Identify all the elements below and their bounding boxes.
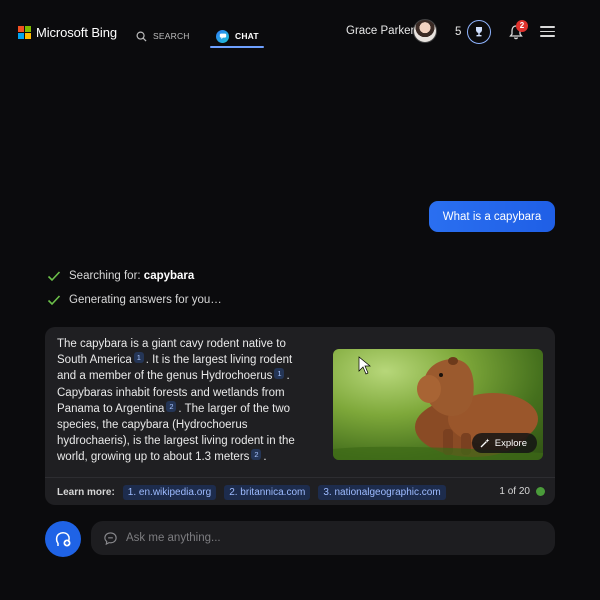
user-name[interactable]: Grace Parker <box>346 25 414 37</box>
answer-card: The capybara is a giant cavy rodent nati… <box>45 327 555 505</box>
reward-points[interactable]: 5 <box>455 26 461 38</box>
tab-chat-label: CHAT <box>235 31 259 41</box>
chat-composer[interactable] <box>91 521 555 555</box>
capybara-image[interactable]: Explore <box>333 349 543 460</box>
microsoft-logo-icon <box>18 26 31 39</box>
chat-bubble-icon <box>104 531 117 545</box>
status-generating: Generating answers for you… <box>47 293 222 307</box>
status-text: Generating answers for you… <box>69 294 222 306</box>
avatar[interactable] <box>413 19 437 43</box>
checkmark-icon <box>47 295 61 306</box>
explore-button[interactable]: Explore <box>471 433 537 453</box>
citation-badge[interactable]: 1 <box>274 368 285 380</box>
rewards-trophy-icon[interactable] <box>467 20 491 44</box>
new-topic-button[interactable] <box>45 521 81 557</box>
new-topic-icon <box>55 532 71 547</box>
notification-badge: 2 <box>516 20 528 32</box>
status-searching: Searching for: capybara <box>47 269 194 283</box>
top-header: Microsoft Bing SEARCH CHAT Grace Parker … <box>0 0 600 60</box>
source-link[interactable]: 2. britannica.com <box>224 484 311 500</box>
bing-logo[interactable]: Microsoft Bing <box>18 25 117 40</box>
citation-badge[interactable]: 2 <box>166 400 177 412</box>
explore-label: Explore <box>494 437 527 449</box>
magic-wand-icon <box>480 438 490 448</box>
learn-more-bar: Learn more: 1. en.wikipedia.org 2. brita… <box>57 484 446 500</box>
citation-badge[interactable]: 1 <box>133 352 144 364</box>
menu-icon[interactable] <box>540 26 555 37</box>
answer-segment: . <box>263 451 267 464</box>
pager-count: 1 of 20 <box>499 486 530 497</box>
user-message-bubble: What is a capybara <box>429 201 555 232</box>
status-text: Searching for: <box>69 270 144 282</box>
status-query: capybara <box>143 270 195 282</box>
citation-badge[interactable]: 2 <box>251 449 262 461</box>
search-icon <box>136 31 147 42</box>
active-tab-indicator <box>210 46 264 48</box>
tab-search[interactable]: SEARCH <box>136 24 190 48</box>
status-dot-icon <box>536 487 545 496</box>
tab-chat[interactable]: CHAT <box>216 24 259 48</box>
answer-text: The capybara is a giant cavy rodent nati… <box>57 336 313 466</box>
divider <box>45 477 555 478</box>
brand-name: Microsoft Bing <box>36 25 117 40</box>
source-link[interactable]: 1. en.wikipedia.org <box>122 484 217 500</box>
chat-icon <box>216 29 229 43</box>
checkmark-icon <box>47 271 61 282</box>
tab-search-label: SEARCH <box>153 31 190 41</box>
response-pager: 1 of 20 <box>499 486 545 497</box>
learn-more-label: Learn more: <box>57 486 115 498</box>
source-link[interactable]: 3. nationalgeographic.com <box>318 484 446 500</box>
chat-input[interactable] <box>126 532 526 544</box>
